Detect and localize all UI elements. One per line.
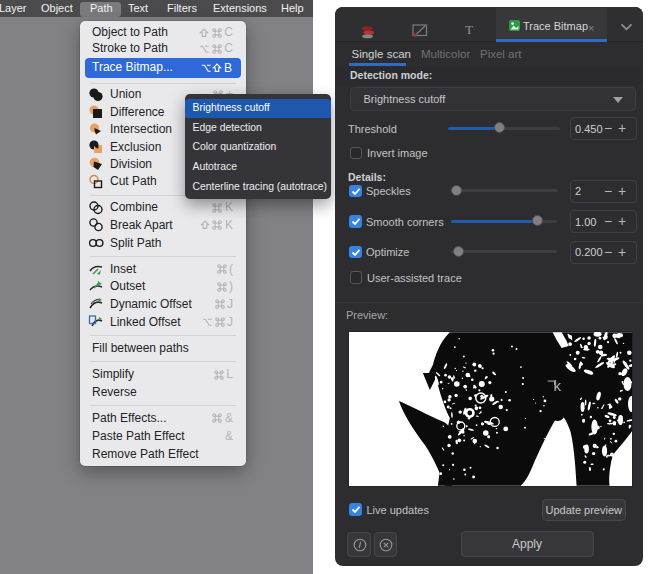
svg-text:k: k <box>554 377 562 394</box>
